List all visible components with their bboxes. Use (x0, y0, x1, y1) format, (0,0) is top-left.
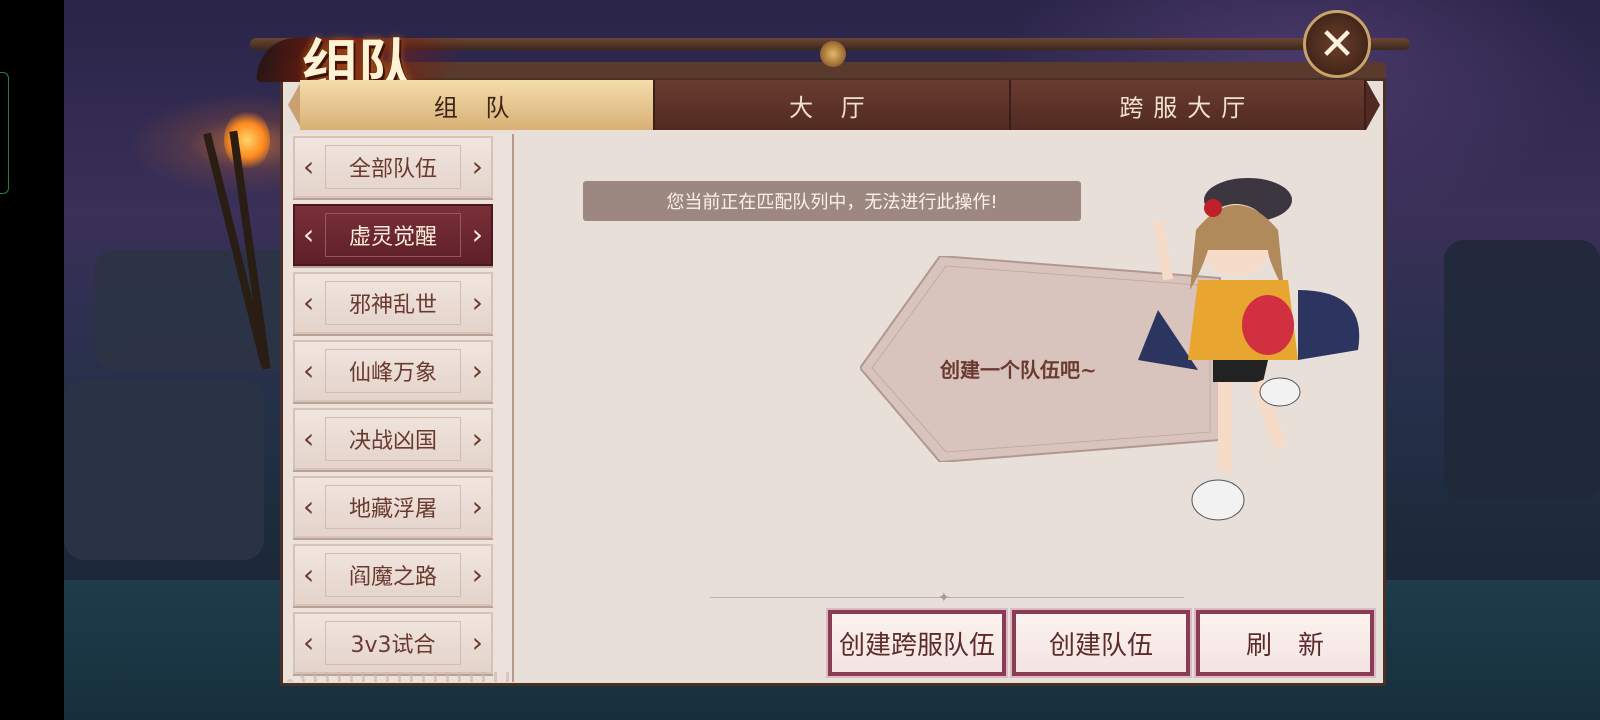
menu-item-yanmo-zhilu[interactable]: ‹ 阎魔之路 › (293, 544, 493, 606)
menu-item-label: 仙峰万象 (348, 361, 437, 386)
tab-cross-server-lobby[interactable]: 跨服大厅 (1010, 80, 1366, 130)
chevron-right-icon[interactable]: › (472, 628, 483, 658)
chevron-right-icon[interactable]: › (472, 152, 483, 182)
title-banner: 组队 (250, 14, 465, 101)
create-cross-server-team-button[interactable]: 创建跨服队伍 (826, 608, 1008, 678)
create-team-button[interactable]: 创建队伍 (1010, 608, 1192, 678)
refresh-button[interactable]: 刷 新 (1194, 608, 1376, 678)
tab-bar: 组 队 大 厅 跨服大厅 (300, 80, 1366, 130)
menu-item-all-teams[interactable]: ‹ 全部队伍 › (293, 136, 493, 198)
activity-menu: ‹ 全部队伍 › ‹ 虚灵觉醒 › ‹ 邪神乱世 › ‹ 仙峰万象 › ‹ 决战… (284, 134, 514, 682)
menu-item-label: 3v3试合 (350, 633, 436, 658)
tab-team[interactable]: 组 队 (300, 80, 656, 130)
chevron-right-icon[interactable]: › (472, 356, 483, 386)
mascot-character (1138, 178, 1360, 521)
menu-item-label: 邪神乱世 (348, 293, 437, 318)
menu-item-label: 虚灵觉醒 (348, 225, 437, 250)
menu-item-label: 全部队伍 (348, 157, 437, 182)
status-notice: 您当前正在匹配队列中，无法进行此操作! (583, 181, 1081, 221)
menu-item-dizang-futu[interactable]: ‹ 地藏浮屠 › (293, 476, 493, 538)
menu-item-label: 阎魔之路 (348, 565, 437, 590)
rock (64, 380, 264, 560)
menu-item-label: 地藏浮屠 (348, 497, 437, 522)
chevron-right-icon[interactable]: › (472, 424, 483, 454)
tab-cap (1366, 80, 1380, 130)
menu-item-label: 决战凶国 (348, 429, 437, 454)
ornament (820, 41, 846, 67)
side-handle[interactable] (0, 72, 9, 194)
chevron-right-icon[interactable]: › (472, 288, 483, 318)
menu-item-xuling-awakening[interactable]: ‹ 虚灵觉醒 › (293, 204, 493, 266)
menu-item-xieshen-luanshi[interactable]: ‹ 邪神乱世 › (293, 272, 493, 334)
empty-team-prompt: 创建一个队伍吧~ (940, 358, 1097, 382)
tab-lobby[interactable]: 大 厅 (655, 80, 1011, 130)
menu-item-juezhan-xiongguo[interactable]: ‹ 决战凶国 › (293, 408, 493, 470)
close-icon: ✕ (1318, 18, 1356, 70)
divider-ornament: ✦ (938, 590, 950, 606)
chevron-right-icon[interactable]: › (472, 492, 483, 522)
menu-footer-pattern (284, 672, 512, 682)
chevron-right-icon[interactable]: › (472, 560, 483, 590)
menu-item-xianfeng-wanxiang[interactable]: ‹ 仙峰万象 › (293, 340, 493, 402)
chevron-right-icon[interactable]: › (472, 220, 483, 250)
rock (1444, 240, 1600, 500)
menu-item-3v3-match[interactable]: ‹ 3v3试合 › (293, 612, 493, 674)
close-button[interactable]: ✕ (1303, 10, 1371, 78)
torch (203, 110, 274, 380)
